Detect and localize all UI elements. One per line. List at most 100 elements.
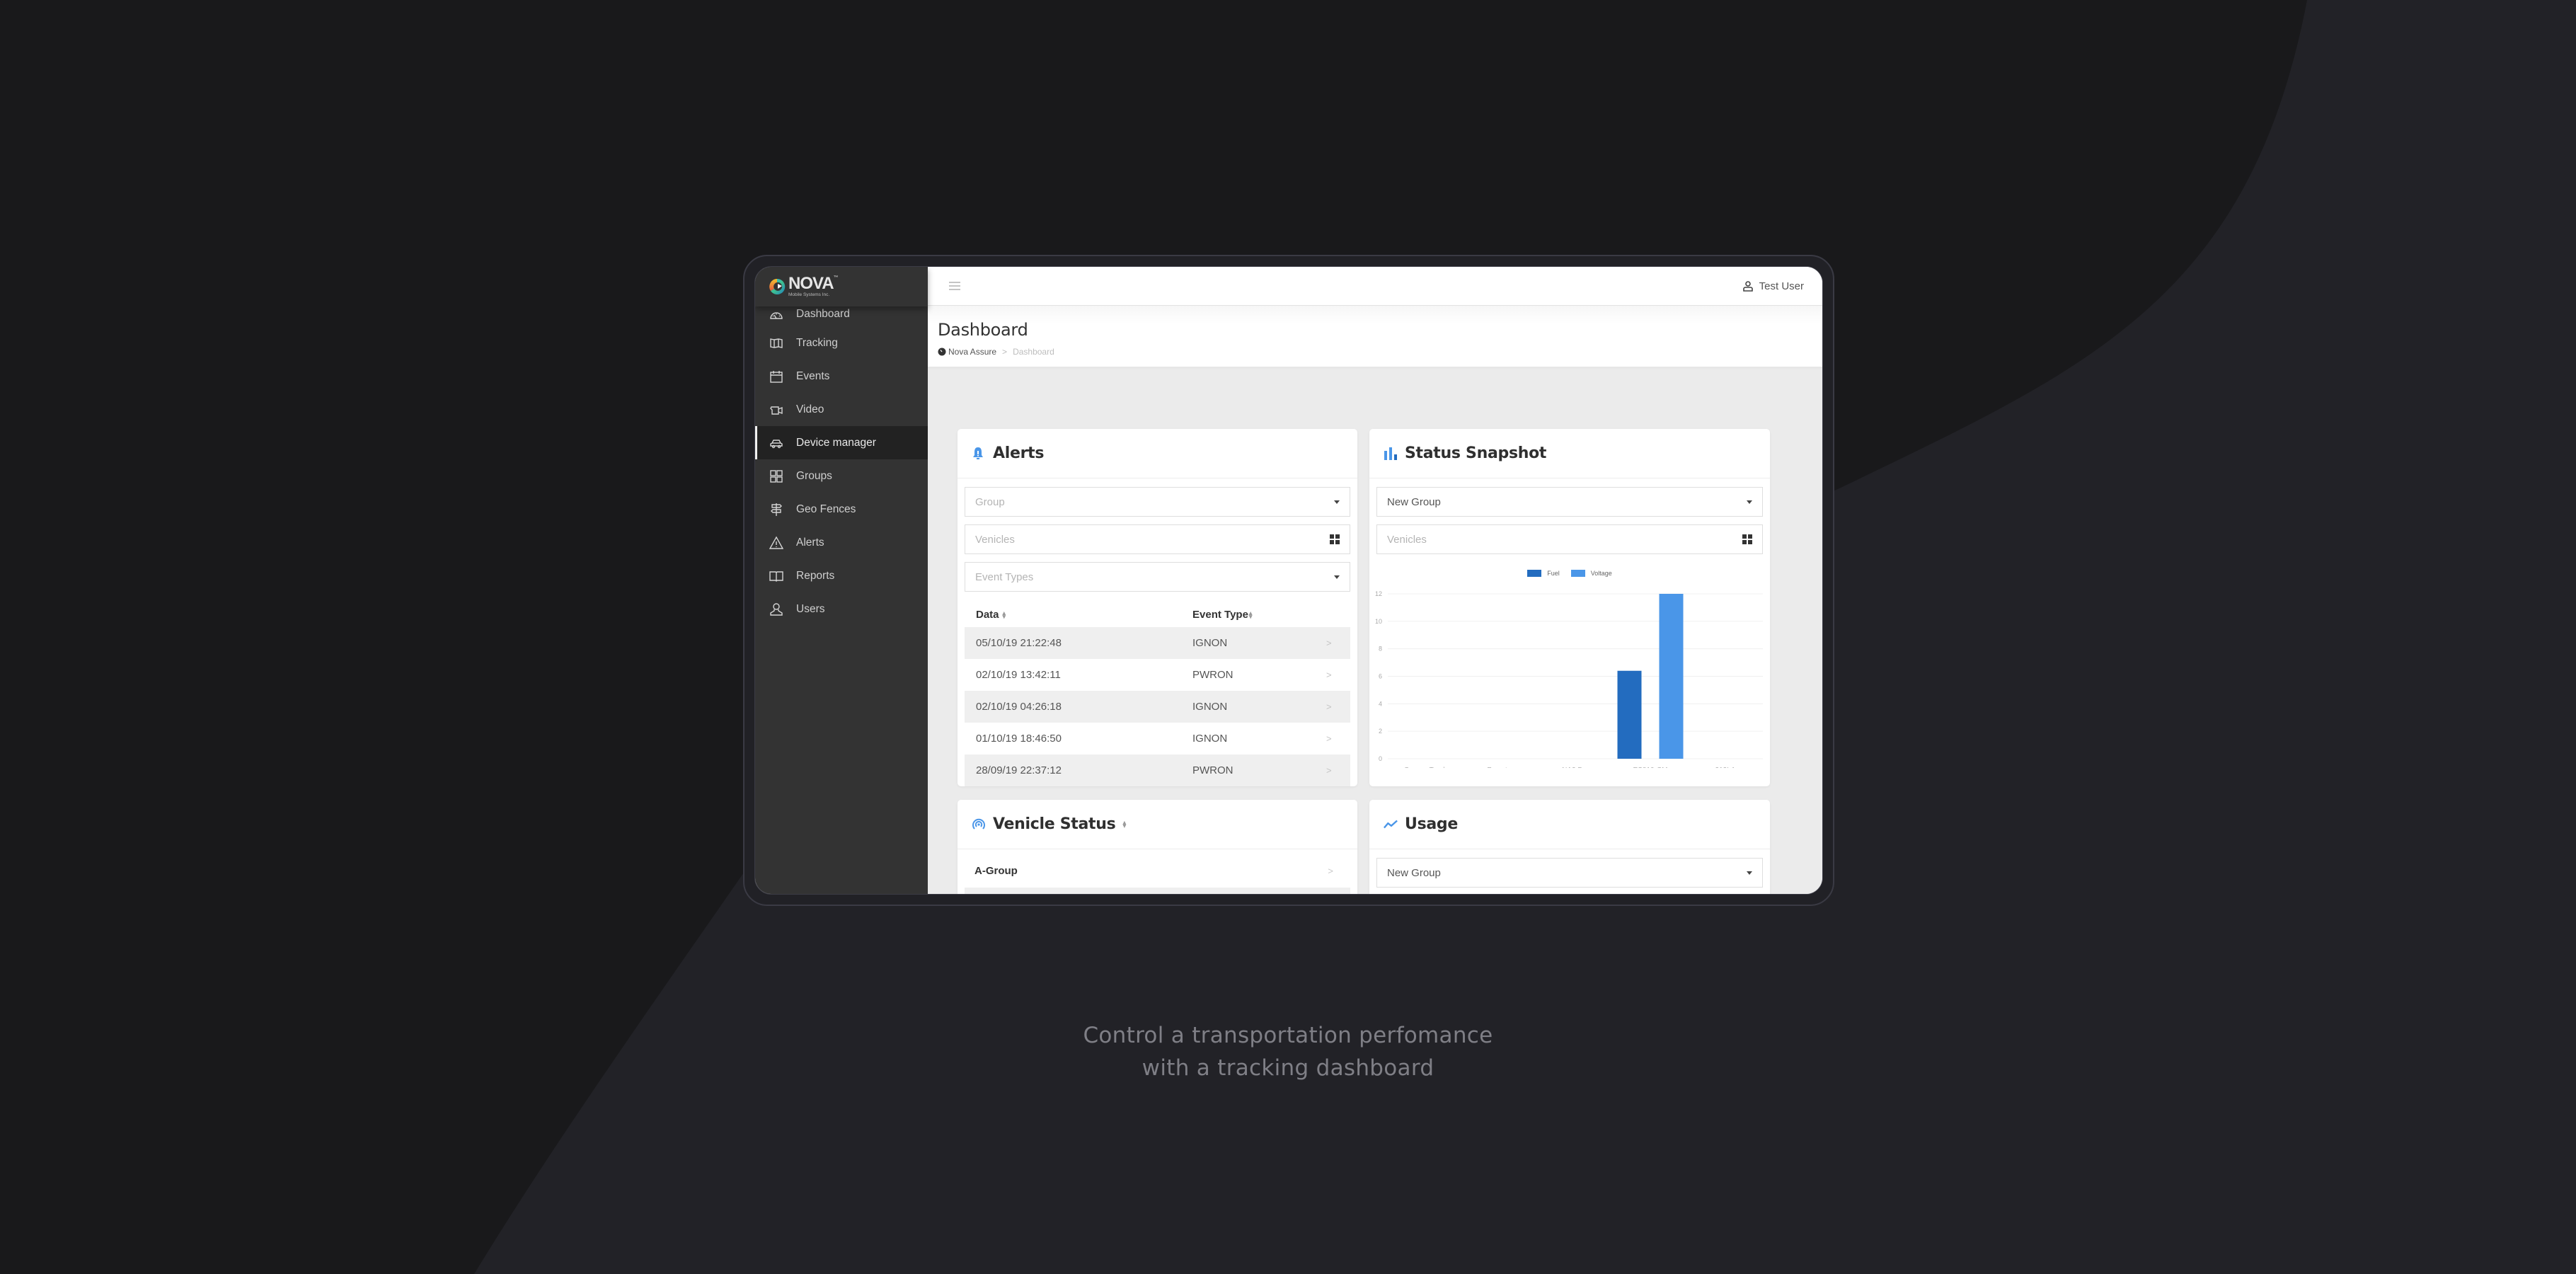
usage-title: Usage (1405, 815, 1458, 833)
car-icon (769, 436, 783, 450)
list-item[interactable]: A-Group > (965, 854, 1350, 888)
y-tick-label: 6 (1379, 673, 1382, 680)
table-row[interactable]: 02/10/19 13:42:11 PWRON > (965, 659, 1350, 691)
bar-voltage (1659, 594, 1684, 759)
status-snapshot-card: Status Snapshot New Group Venicles Fuel … (1369, 429, 1770, 786)
status-bar-chart: 0 2 4 6 8 10 12 Orange Track Forester NA2 Dvr ES81… (1375, 590, 1763, 768)
breadcrumb-current: Dashboard (1013, 347, 1054, 357)
caret-down-icon (1747, 500, 1752, 504)
status-group-select[interactable]: New Group (1376, 487, 1763, 517)
table-row[interactable]: 01/10/19 18:46:50 IGNON > (965, 723, 1350, 754)
x-tick-label: Orange Track (1404, 767, 1448, 768)
signpost-icon (769, 503, 783, 517)
sidebar-item-label: Tracking (796, 336, 838, 349)
y-tick-label: 2 (1379, 728, 1382, 735)
x-tick-label: NA2 Dvr (1562, 767, 1589, 768)
hamburger-icon[interactable] (949, 282, 960, 290)
sidebar-item-dashboard[interactable]: Dashboard (755, 306, 928, 326)
trend-line-icon (1384, 817, 1398, 832)
grid-icon (769, 469, 783, 483)
cell-date: 01/10/19 18:46:50 (976, 733, 1062, 745)
x-tick-label: ES810-CM (1633, 767, 1668, 768)
table-row[interactable]: 05/10/19 21:22:48 IGNON > (965, 627, 1350, 659)
sidebar-item-users[interactable]: Users (755, 592, 928, 626)
sidebar-item-geo-fences[interactable]: Geo Fences (755, 493, 928, 526)
legend-label-fuel: Fuel (1547, 570, 1560, 577)
chevron-right-icon: > (1326, 638, 1332, 648)
alerts-event-types-select[interactable]: Event Types (965, 562, 1350, 592)
status-snapshot-title: Status Snapshot (1405, 444, 1547, 462)
table-row[interactable]: 28/09/19 22:37:12 PWRON > (965, 754, 1350, 786)
vehicles-placeholder: Venicles (1387, 533, 1427, 546)
caret-down-icon (1334, 575, 1340, 579)
legend-item-fuel[interactable]: Fuel (1527, 570, 1560, 577)
list-item[interactable]: New group > (965, 888, 1350, 894)
vehicle-status-header: Venicle Status ▴ ▾ (958, 800, 1357, 849)
group-value: New Group (1387, 495, 1441, 508)
user-icon (1742, 281, 1753, 292)
tagline-line-1: Control a transportation perfomance (1083, 1023, 1493, 1048)
user-menu[interactable]: Test User (1742, 280, 1804, 292)
user-name: Test User (1759, 280, 1804, 292)
y-tick-label: 12 (1375, 590, 1382, 597)
y-tick-label: 4 (1379, 700, 1382, 707)
chevron-right-icon: > (1326, 733, 1332, 744)
bar-chart-icon (1384, 446, 1398, 461)
sidebar: NOVA™ Mobile Systems Inc. Dashboard Trac… (755, 267, 928, 894)
main-area: Test User Dashboard Nova Assure > Dashbo… (928, 267, 1822, 894)
map-icon (769, 336, 783, 350)
logo[interactable]: NOVA™ Mobile Systems Inc. (755, 267, 928, 306)
caret-down-icon (1334, 500, 1340, 504)
brand-tm: ™ (833, 275, 839, 281)
grid-icon[interactable] (1742, 534, 1752, 544)
signal-icon (972, 817, 986, 832)
sidebar-item-alerts[interactable]: Alerts (755, 526, 928, 559)
sidebar-item-label: Geo Fences (796, 503, 856, 515)
chevron-right-icon: > (1326, 701, 1332, 712)
bar-fuel (1617, 670, 1642, 759)
nova-logo-icon (769, 278, 786, 294)
usage-group-select[interactable]: New Group (1376, 858, 1763, 888)
alerts-vehicles-input[interactable]: Venicles (965, 524, 1350, 554)
status-vehicles-input[interactable]: Venicles (1376, 524, 1763, 554)
legend-item-voltage[interactable]: Voltage (1570, 570, 1612, 577)
y-tick-label: 8 (1379, 645, 1382, 653)
sidebar-item-video[interactable]: Video (755, 393, 928, 426)
y-tick-label: 0 (1379, 755, 1382, 762)
warning-icon (769, 536, 783, 550)
column-header-event-type[interactable]: Event Type▴ ▾ (1192, 609, 1350, 621)
group-value: New Group (1387, 866, 1441, 879)
sidebar-nav: Dashboard Tracking Events Video Device m… (755, 306, 928, 626)
grid-icon[interactable] (1330, 534, 1340, 544)
vehicles-placeholder: Venicles (975, 533, 1015, 546)
book-icon (769, 569, 783, 583)
column-header-data[interactable]: Data ▴ ▾ (965, 609, 1192, 621)
page-header: Dashboard Nova Assure > Dashboard (928, 306, 1822, 367)
bell-icon (972, 446, 986, 461)
sort-icon[interactable]: ▴ ▾ (1122, 819, 1126, 830)
brand-subtitle: Mobile Systems Inc. (788, 292, 830, 298)
sidebar-item-label: Dashboard (796, 308, 850, 320)
sidebar-item-events[interactable]: Events (755, 360, 928, 393)
sidebar-item-label: Events (796, 369, 830, 382)
sidebar-item-groups[interactable]: Groups (755, 459, 928, 493)
cell-event-type: IGNON (1192, 637, 1228, 649)
legend-swatch-voltage (1570, 570, 1585, 577)
calendar-icon (769, 369, 783, 384)
table-row[interactable]: 02/10/19 04:26:18 IGNON > (965, 691, 1350, 723)
page-title: Dashboard (938, 320, 1028, 340)
breadcrumb-root[interactable]: Nova Assure (948, 347, 996, 357)
sidebar-item-device-manager[interactable]: Device manager (755, 426, 928, 459)
cell-date: 02/10/19 13:42:11 (976, 669, 1061, 681)
cell-date: 02/10/19 04:26:18 (976, 701, 1062, 713)
cell-date: 05/10/19 21:22:48 (976, 637, 1062, 649)
sidebar-item-label: Groups (796, 469, 832, 482)
sidebar-item-reports[interactable]: Reports (755, 559, 928, 592)
alerts-group-select[interactable]: Group (965, 487, 1350, 517)
cell-event-type: IGNON (1192, 733, 1228, 745)
cell-event-type: PWRON (1192, 764, 1234, 776)
usage-card: Usage New Group (1369, 800, 1770, 894)
tagline: Control a transportation perfomance with… (1005, 1019, 1571, 1084)
sidebar-item-tracking[interactable]: Tracking (755, 326, 928, 360)
x-tick-label: Forester (1487, 767, 1514, 768)
